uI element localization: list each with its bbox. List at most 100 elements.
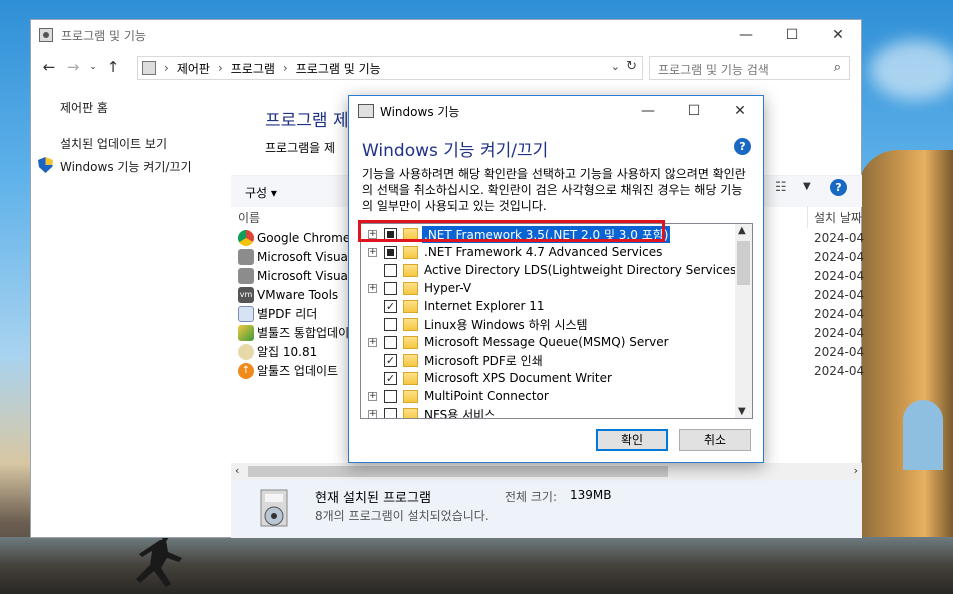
update-icon [238,324,254,341]
expand-icon[interactable]: + [368,409,377,418]
program-name: 알집 10.81 [257,345,318,359]
program-row[interactable]: Microsoft Visual [238,247,350,266]
program-row[interactable]: 별툴즈 통합업데이 [238,323,350,342]
control-panel-home-link[interactable]: 제어판 홈 [60,99,108,116]
runner-silhouette [136,535,182,587]
scrollbar-thumb[interactable] [737,241,750,285]
column-header-date[interactable]: 설치 날짜 [814,209,862,226]
minimize-button[interactable]: — [723,20,769,50]
program-row[interactable]: Google Chrome [238,228,350,247]
expand-icon[interactable]: + [368,247,377,257]
folder-icon [403,281,418,295]
feature-checkbox[interactable] [384,389,397,403]
feature-row[interactable]: + Microsoft Message Queue(MSMQ) Server [361,333,736,351]
feature-checkbox[interactable]: ✓ [384,299,397,313]
feature-label: Microsoft XPS Document Writer [424,371,612,385]
installer-icon [238,267,254,284]
page-description: 프로그램을 제 [265,141,336,155]
close-button[interactable]: ✕ [815,20,861,50]
feature-checkbox[interactable]: ✓ [384,353,397,367]
install-date: 2024-04 [814,250,865,264]
address-bar[interactable]: › 제어판 › 프로그램 › 프로그램 및 기능 ⌄ ↻ [137,56,643,80]
scroll-right-icon[interactable]: › [854,464,858,477]
column-header-name[interactable]: 이름 [238,209,260,226]
windows-features-link[interactable]: Windows 기능 켜기/끄기 [60,158,191,175]
breadcrumb-control-panel[interactable]: 제어판 [177,60,210,77]
dialog-minimize-button[interactable]: — [625,96,671,126]
program-row[interactable]: ↑ 알툴즈 업데이트 [238,361,350,380]
expand-spacer [368,320,377,329]
breadcrumb-programs-features[interactable]: 프로그램 및 기능 [296,60,381,77]
folder-icon [403,407,418,418]
install-date: 2024-04 [814,345,865,359]
expand-icon[interactable]: + [368,337,377,347]
feature-checkbox[interactable] [384,317,397,331]
install-date: 2024-04 [814,231,865,245]
chevron-down-icon[interactable]: ⌄ [611,60,620,73]
feature-row[interactable]: Linux용 Windows 하위 시스템 [361,315,736,333]
view-options-icon[interactable]: ☷ [775,180,787,195]
recent-locations-button[interactable]: ⌄ [85,62,101,72]
program-row[interactable]: 별PDF 리더 [238,304,350,323]
scroll-up-icon[interactable]: ▲ [738,225,746,236]
feature-row[interactable]: + NFS용 서비스 [361,405,736,418]
forward-button[interactable]: → [61,58,85,76]
maximize-button[interactable]: ☐ [769,20,815,50]
feature-checkbox[interactable] [384,263,397,277]
window-titlebar: 프로그램 및 기능 — ☐ ✕ [31,20,861,50]
feature-row[interactable]: + Hyper-V [361,279,736,297]
help-icon[interactable]: ? [830,179,847,196]
dialog-close-button[interactable]: ✕ [717,96,763,126]
cancel-button[interactable]: 취소 [679,429,751,451]
feature-checkbox[interactable] [384,335,397,349]
highlight-box [358,220,665,242]
installed-updates-link[interactable]: 설치된 업데이트 보기 [60,135,167,152]
up-button[interactable]: ↑ [101,58,125,76]
column-divider[interactable] [807,206,808,228]
chevron-down-icon[interactable]: ▼ [803,181,811,192]
details-pane: 현재 설치된 프로그램 전체 크기: 139MB 8개의 프로그램이 설치되었습… [231,480,862,538]
feature-checkbox[interactable] [384,245,397,259]
folder-icon [403,335,418,349]
refresh-icon[interactable]: ↻ [626,59,637,74]
vertical-scrollbar[interactable]: ▲ ▼ [735,224,752,418]
search-input[interactable]: 프로그램 및 기능 검색 ⌕ [649,56,850,80]
help-icon[interactable]: ? [734,138,751,155]
organize-button[interactable]: 구성 ▾ [245,184,277,201]
window-title: 프로그램 및 기능 [61,28,146,43]
back-button[interactable]: ← [37,58,61,76]
feature-row[interactable]: + .NET Framework 4.7 Advanced Services [361,243,736,261]
program-row[interactable]: vm VMware Tools [238,285,350,304]
program-name: Google Chrome [257,230,350,245]
feature-label: Internet Explorer 11 [424,299,545,313]
expand-icon[interactable]: + [368,283,377,293]
program-row[interactable]: 알집 10.81 [238,342,350,361]
program-row[interactable]: Microsoft Visual [238,266,350,285]
install-date: 2024-04 [814,269,865,283]
breadcrumb-programs[interactable]: 프로그램 [231,60,275,77]
expand-icon[interactable]: + [368,391,377,401]
program-count: 8개의 프로그램이 설치되었습니다. [315,509,489,523]
install-date: 2024-04 [814,307,865,321]
scrollbar-thumb[interactable] [248,466,668,477]
feature-row[interactable]: ✓ Microsoft PDF로 인쇄 [361,351,736,369]
horizontal-scrollbar[interactable]: ‹ › [231,463,862,480]
feature-row[interactable]: + MultiPoint Connector [361,387,736,405]
feature-row[interactable]: ✓ Internet Explorer 11 [361,297,736,315]
feature-label: .NET Framework 4.7 Advanced Services [424,245,663,259]
ok-button[interactable]: 확인 [596,429,668,451]
scroll-down-icon[interactable]: ▼ [738,406,746,417]
shield-icon [38,157,53,173]
feature-checkbox[interactable]: ✓ [384,371,397,385]
feature-row[interactable]: ✓ Microsoft XPS Document Writer [361,369,736,387]
feature-checkbox[interactable] [384,281,397,295]
feature-checkbox[interactable] [384,407,397,418]
feature-row[interactable]: Active Directory LDS(Lightweight Directo… [361,261,741,279]
search-icon[interactable]: ⌕ [834,60,841,75]
feature-label: Microsoft Message Queue(MSMQ) Server [424,335,669,349]
total-size-value: 139MB [570,488,612,502]
dialog-maximize-button[interactable]: ☐ [671,96,717,126]
scroll-left-icon[interactable]: ‹ [235,464,239,477]
install-date: 2024-04 [814,364,865,378]
features-tree: + .NET Framework 3.5(.NET 2.0 및 3.0 포함) +.… [360,223,753,419]
